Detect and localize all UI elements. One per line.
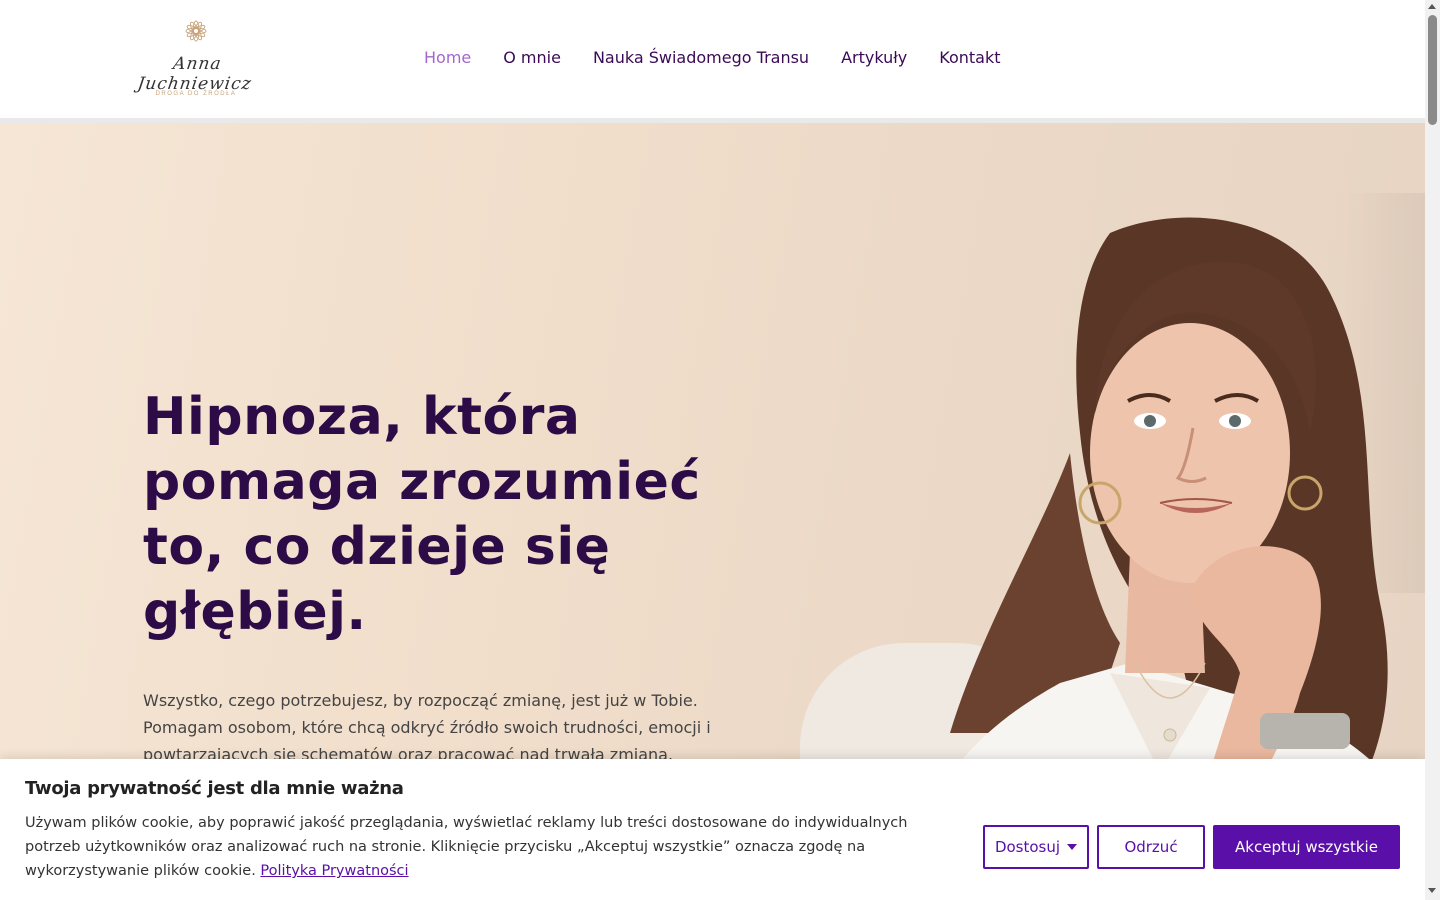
hero-description: Wszystko, czego potrzebujesz, by rozpocz… — [143, 691, 711, 764]
customize-label: Dostosuj — [994, 838, 1061, 856]
caret-down-icon — [1067, 844, 1078, 850]
cookie-title: Twoja prywatność jest dla mnie ważna — [25, 778, 404, 799]
nav-item-artykuly[interactable]: Artykuły — [841, 48, 907, 67]
logo-name: Anna Juchniewicz — [136, 54, 254, 94]
cookie-consent-banner: Twoja prywatność jest dla mnie ważna Uży… — [0, 759, 1425, 900]
nav-item-kontakt[interactable]: Kontakt — [939, 48, 1000, 67]
cookie-text: Używam plików cookie, aby poprawić jakoś… — [25, 811, 955, 883]
accept-all-button[interactable]: Akceptuj wszystkie — [1213, 825, 1400, 869]
reject-button[interactable]: Odrzuć — [1097, 825, 1205, 869]
privacy-policy-link[interactable]: Polityka Prywatności — [260, 863, 408, 879]
site-logo[interactable]: Anna Juchniewicz DROGA DO ŹRÓDŁA — [120, 16, 272, 104]
site-header: Anna Juchniewicz DROGA DO ŹRÓDŁA Home O … — [0, 0, 1425, 123]
cookie-body: Używam plików cookie, aby poprawić jakoś… — [25, 815, 908, 879]
lotus-icon — [185, 20, 207, 42]
page-scrollbar[interactable] — [1425, 0, 1440, 900]
scroll-down-arrow-icon[interactable] — [1428, 888, 1436, 893]
nav-item-o-mnie[interactable]: O mnie — [503, 48, 561, 67]
main-nav: Home O mnie Nauka Świadomego Transu Arty… — [424, 48, 1001, 67]
scrollbar-thumb[interactable] — [1428, 15, 1437, 125]
nav-item-nauka-swiadomego-transu[interactable]: Nauka Świadomego Transu — [593, 48, 809, 67]
nav-item-home[interactable]: Home — [424, 48, 471, 67]
scroll-up-arrow-icon[interactable] — [1428, 4, 1436, 9]
hero-heading: Hipnoza, która pomaga zrozumieć to, co d… — [143, 387, 701, 642]
logo-tagline: DROGA DO ŹRÓDŁA — [155, 91, 237, 97]
customize-button[interactable]: Dostosuj — [983, 825, 1089, 869]
